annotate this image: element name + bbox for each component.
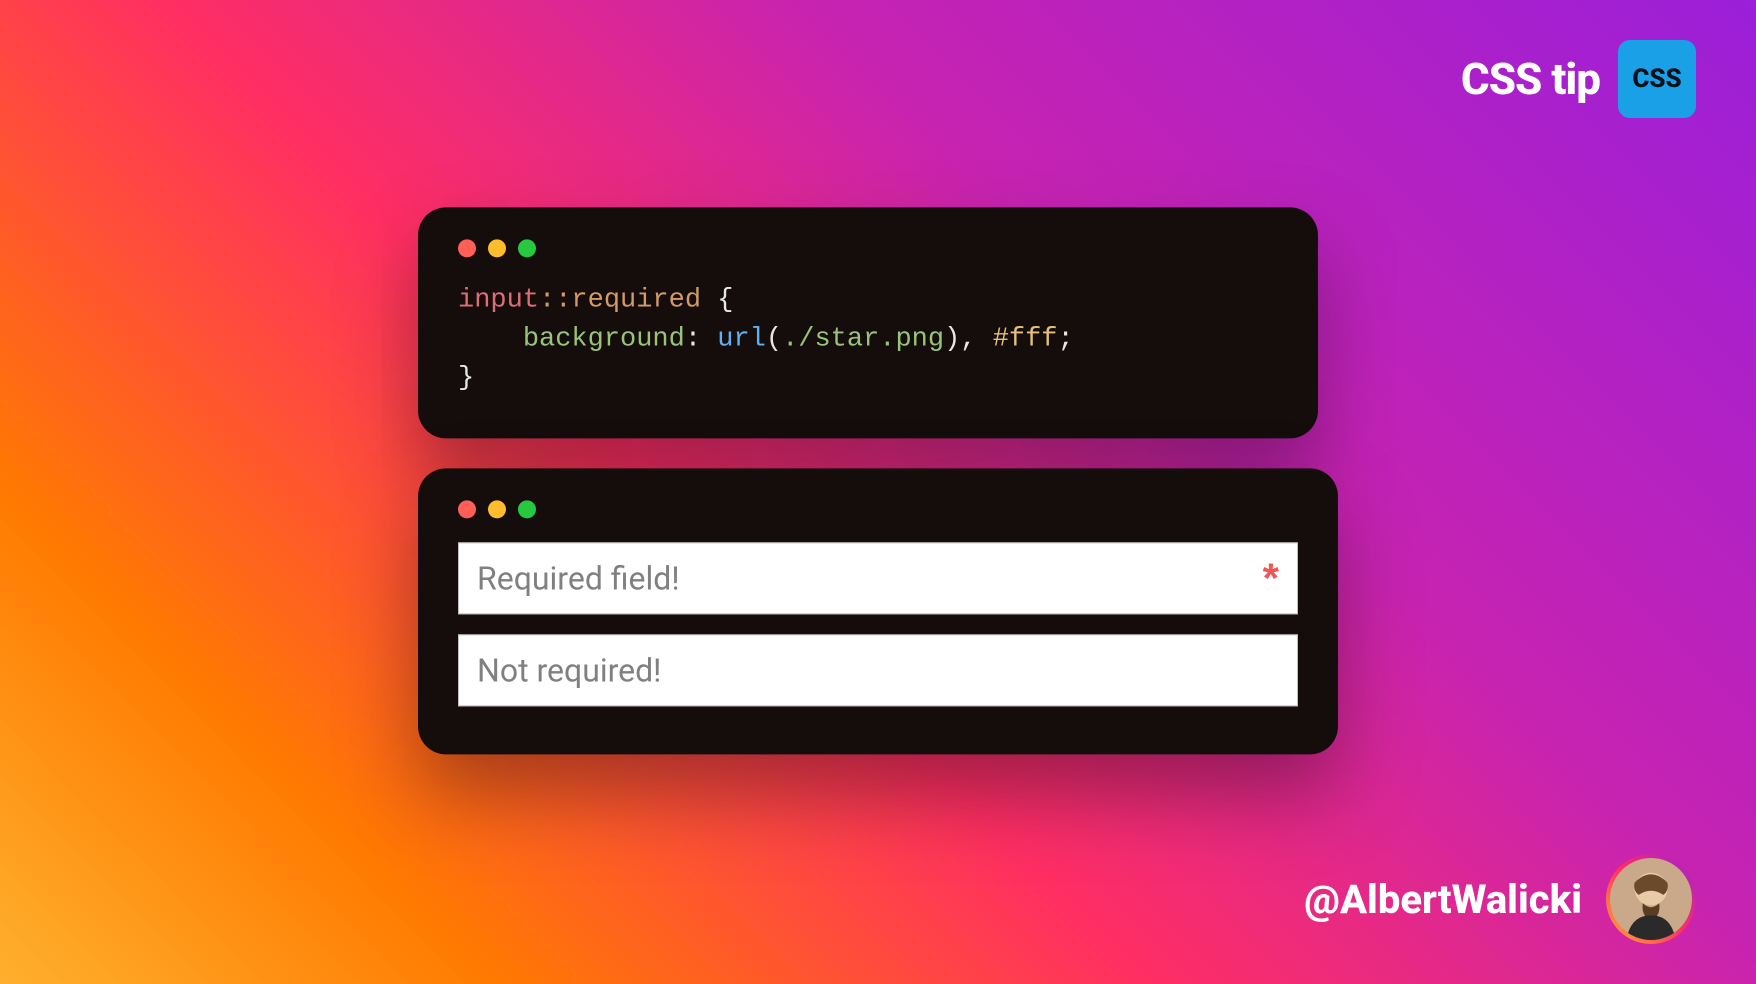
- code-colon: :: [685, 324, 701, 354]
- code-selector-tag: input: [458, 285, 539, 315]
- author-avatar: [1606, 854, 1696, 944]
- code-hex: #fff: [993, 324, 1058, 354]
- code-comma: ,: [960, 324, 992, 354]
- code-pseudo-prefix: ::: [539, 285, 571, 315]
- css-code-block: input::required { background: url(./star…: [458, 281, 1278, 398]
- required-star-icon: *: [1263, 555, 1279, 603]
- required-input-placeholder: Required field!: [477, 560, 680, 598]
- brand-text: CSS tip: [1461, 53, 1600, 105]
- code-url-value: ./star.png: [782, 324, 944, 354]
- traffic-light-green-icon: [518, 501, 536, 519]
- code-property: background: [523, 324, 685, 354]
- traffic-light-green-icon: [518, 239, 536, 257]
- code-pseudo-name: required: [571, 285, 701, 315]
- traffic-light-red-icon: [458, 501, 476, 519]
- code-window: input::required { background: url(./star…: [418, 207, 1318, 438]
- optional-input[interactable]: Not required!: [458, 635, 1298, 707]
- brand-header: CSS tip CSS: [1461, 40, 1696, 118]
- code-close-brace: }: [458, 364, 474, 394]
- author-footer: @AlbertWalicki: [1304, 854, 1696, 944]
- traffic-light-yellow-icon: [488, 501, 506, 519]
- code-paren-open: (: [766, 324, 782, 354]
- required-input[interactable]: Required field! *: [458, 543, 1298, 615]
- traffic-light-red-icon: [458, 239, 476, 257]
- code-open-brace: {: [701, 285, 733, 315]
- code-paren-close: ): [944, 324, 960, 354]
- traffic-light-yellow-icon: [488, 239, 506, 257]
- author-handle: @AlbertWalicki: [1304, 876, 1582, 923]
- code-semicolon: ;: [1058, 324, 1074, 354]
- optional-input-placeholder: Not required!: [477, 652, 661, 690]
- avatar-image: [1610, 858, 1692, 940]
- window-traffic-lights: [458, 501, 1298, 519]
- window-traffic-lights: [458, 239, 1278, 257]
- brand-badge: CSS: [1618, 40, 1696, 118]
- example-window: Required field! * Not required!: [418, 469, 1338, 755]
- code-func: url: [717, 324, 766, 354]
- content-stage: input::required { background: url(./star…: [418, 207, 1338, 754]
